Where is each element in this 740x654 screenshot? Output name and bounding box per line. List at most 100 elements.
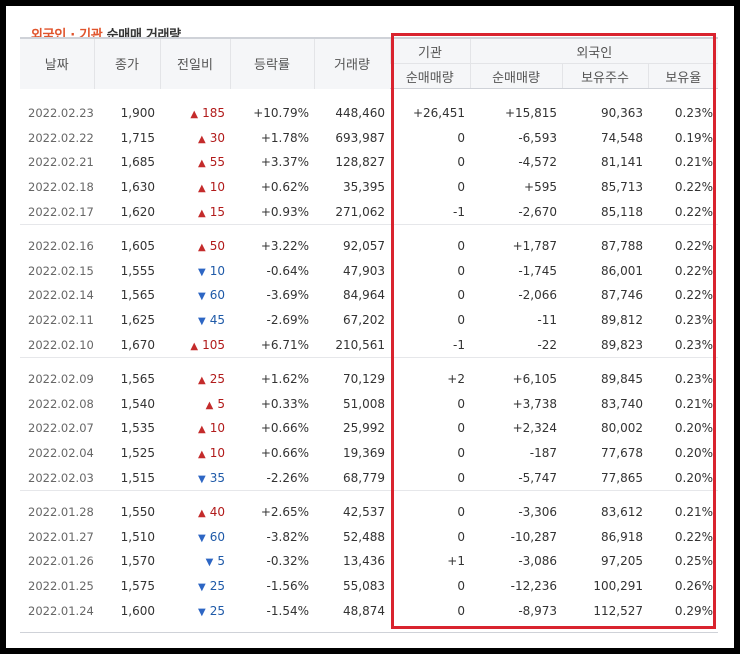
cell-volume-value: 448,460: [335, 106, 385, 121]
cell-close: 1,685: [94, 150, 160, 175]
cell-change-value: 10: [209, 180, 225, 195]
cell-change-value: 45: [209, 313, 225, 328]
cell-rate: -1.54%: [230, 598, 314, 623]
cell-holding-value: 89,823: [601, 337, 643, 352]
cell-foreign-net-value: -11: [537, 313, 557, 328]
cell-close: 1,565: [94, 283, 160, 308]
cell-change-value: 60: [209, 288, 225, 303]
cell-close: 1,575: [94, 574, 160, 599]
triangle-up-icon: ▲: [198, 242, 206, 254]
cell-rate: +1.62%: [230, 367, 314, 392]
cell-rate: +0.66%: [230, 441, 314, 466]
cell-ratio: 0.22%: [648, 259, 718, 284]
cell-ratio-value: 0.22%: [674, 239, 714, 254]
cell-rate-value: -0.64%: [266, 263, 309, 278]
cell-ratio: 0.22%: [648, 525, 718, 550]
cell-foreign-net-value: -8,973: [518, 603, 557, 618]
cell-rate-value: +3.37%: [260, 155, 309, 170]
cell-volume-value: 52,488: [343, 529, 385, 544]
cell-volume-value: 67,202: [343, 313, 385, 328]
cell-volume: 13,436: [314, 549, 390, 574]
cell-foreign-net-value: -2,670: [518, 204, 557, 219]
cell-close-value: 1,525: [120, 446, 155, 461]
header-foreign: 외국인: [469, 37, 719, 64]
cell-rate-value: +0.66%: [260, 446, 309, 461]
cell-inst-net: 0: [390, 525, 470, 550]
cell-date: 2022.02.11: [20, 308, 94, 333]
cell-rate-value: -3.82%: [266, 529, 309, 544]
cell-rate: +1.78%: [230, 126, 314, 151]
cell-rate: +10.79%: [230, 101, 314, 126]
cell-holding: 87,788: [562, 234, 648, 259]
cell-change-value: 60: [209, 529, 225, 544]
cell-ratio: 0.22%: [648, 175, 718, 200]
cell-ratio-value: 0.23%: [674, 372, 714, 387]
cell-close: 1,515: [94, 465, 160, 490]
cell-ratio: 0.21%: [648, 150, 718, 175]
cell-close: 1,525: [94, 441, 160, 466]
cell-close-value: 1,625: [120, 313, 155, 328]
cell-foreign-net-value: -22: [537, 337, 557, 352]
cell-date-value: 2022.02.08: [28, 396, 94, 411]
cell-inst-net-value: +2: [447, 372, 465, 387]
cell-holding: 87,746: [562, 283, 648, 308]
triangle-up-icon: ▲: [198, 424, 206, 436]
cell-close-value: 1,510: [120, 529, 155, 544]
cell-change: ▼ 45: [160, 308, 230, 333]
cell-foreign-net-value: -3,306: [518, 505, 557, 520]
cell-holding: 86,001: [562, 259, 648, 284]
triangle-up-icon: ▲: [205, 399, 214, 411]
cell-rate: +0.93%: [230, 199, 314, 224]
cell-date: 2022.01.25: [20, 574, 94, 599]
cell-holding-value: 89,845: [601, 372, 643, 387]
cell-date-value: 2022.01.24: [28, 603, 94, 618]
cell-rate-value: +3.22%: [260, 239, 309, 254]
cell-ratio-value: 0.22%: [674, 204, 714, 219]
cell-date-value: 2022.01.26: [28, 554, 94, 569]
cell-change-value: 40: [209, 505, 225, 520]
cell-foreign-net: -22: [470, 332, 562, 357]
cell-date: 2022.02.18: [20, 175, 94, 200]
cell-inst-net: 0: [390, 126, 470, 151]
cell-ratio: 0.22%: [648, 199, 718, 224]
cell-volume: 47,903: [314, 259, 390, 284]
cell-foreign-net: -3,306: [470, 500, 562, 525]
cell-volume: 48,874: [314, 598, 390, 623]
cell-inst-net-value: 0: [457, 603, 465, 618]
cell-date-value: 2022.02.07: [28, 421, 94, 436]
cell-change-value: 5: [217, 554, 225, 569]
cell-change: ▼ 5: [160, 549, 230, 574]
table-row: 2022.01.27 1,510 ▼ 60 -3.82% 52,488 0 -10,287 86…: [20, 525, 718, 550]
cell-inst-net-value: -1: [453, 337, 465, 352]
cell-foreign-net-value: +595: [524, 180, 557, 195]
cell-holding: 112,527: [562, 598, 648, 623]
cell-ratio: 0.22%: [648, 234, 718, 259]
cell-rate: +2.65%: [230, 500, 314, 525]
cell-volume: 35,395: [314, 175, 390, 200]
cell-ratio: 0.21%: [648, 392, 718, 417]
cell-volume-value: 693,987: [335, 130, 385, 145]
cell-date-value: 2022.01.28: [28, 505, 94, 520]
cell-inst-net: -1: [390, 332, 470, 357]
cell-rate-value: +1.62%: [260, 372, 309, 387]
cell-volume: 693,987: [314, 126, 390, 151]
cell-ratio: 0.25%: [648, 549, 718, 574]
spacer-cell: [20, 356, 719, 367]
cell-change: ▲ 185: [160, 101, 230, 126]
cell-rate: +0.62%: [230, 175, 314, 200]
cell-holding: 77,865: [562, 465, 648, 490]
cell-ratio: 0.23%: [648, 332, 718, 357]
triangle-down-icon: ▼: [198, 316, 206, 328]
cell-ratio: 0.22%: [648, 283, 718, 308]
cell-change: ▲ 15: [160, 199, 230, 224]
cell-rate: +3.37%: [230, 150, 314, 175]
cell-inst-net: 0: [390, 500, 470, 525]
cell-rate: -3.69%: [230, 283, 314, 308]
cell-inst-net: 0: [390, 465, 470, 490]
cell-date-value: 2022.02.03: [28, 470, 94, 485]
table-row: 2022.02.14 1,565 ▼ 60 -3.69% 84,964 0 -2,066 87,…: [20, 283, 718, 308]
cell-volume: 128,827: [314, 150, 390, 175]
cell-foreign-net: -2,066: [470, 283, 562, 308]
cell-inst-net: 0: [390, 574, 470, 599]
cell-volume: 55,083: [314, 574, 390, 599]
